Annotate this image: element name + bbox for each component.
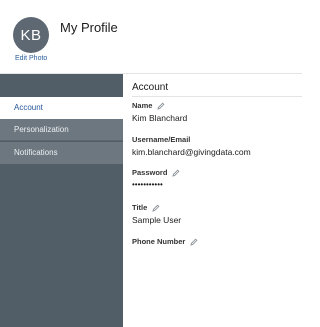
sidebar-item-label: Account	[14, 103, 43, 112]
field-value: kim.blanchard@givingdata.com	[132, 147, 251, 157]
divider	[132, 96, 302, 97]
sidebar-item-personalization[interactable]: Personalization	[0, 119, 123, 141]
pencil-icon[interactable]	[157, 102, 165, 110]
avatar-initials: KB	[20, 26, 42, 44]
field-label: Phone Number	[132, 237, 186, 246]
field-value: •••••••••••	[132, 180, 163, 189]
title-field: Title Sample User	[132, 203, 181, 225]
account-panel: Account Name Kim Blanchard Username/Emai…	[123, 74, 302, 327]
pencil-icon[interactable]	[152, 204, 160, 212]
pencil-icon[interactable]	[172, 169, 180, 177]
phone-number-field: Phone Number	[132, 237, 198, 249]
field-value: Kim Blanchard	[132, 113, 188, 123]
name-field: Name Kim Blanchard	[132, 101, 187, 123]
field-value: Sample User	[132, 215, 182, 225]
field-label: Name	[132, 101, 153, 110]
edit-photo-link[interactable]: Edit Photo	[15, 55, 47, 62]
sidebar: Account Personalization Notifications	[0, 74, 123, 327]
section-title: Account	[132, 82, 169, 93]
page-title: My Profile	[60, 20, 118, 35]
username-email-field: Username/Email kim.blanchard@givingdata.…	[132, 135, 251, 157]
sidebar-item-label: Notifications	[14, 148, 58, 157]
profile-header: KB Edit Photo My Profile	[0, 0, 302, 74]
pencil-icon[interactable]	[190, 238, 198, 246]
field-label: Password	[132, 168, 168, 177]
avatar: KB	[13, 17, 49, 53]
password-field: Password •••••••••••	[132, 168, 180, 189]
field-label: Username/Email	[132, 135, 191, 144]
field-label: Title	[132, 203, 148, 212]
sidebar-item-account[interactable]: Account	[0, 97, 123, 119]
sidebar-item-label: Personalization	[14, 125, 69, 134]
sidebar-item-notifications[interactable]: Notifications	[0, 142, 123, 164]
